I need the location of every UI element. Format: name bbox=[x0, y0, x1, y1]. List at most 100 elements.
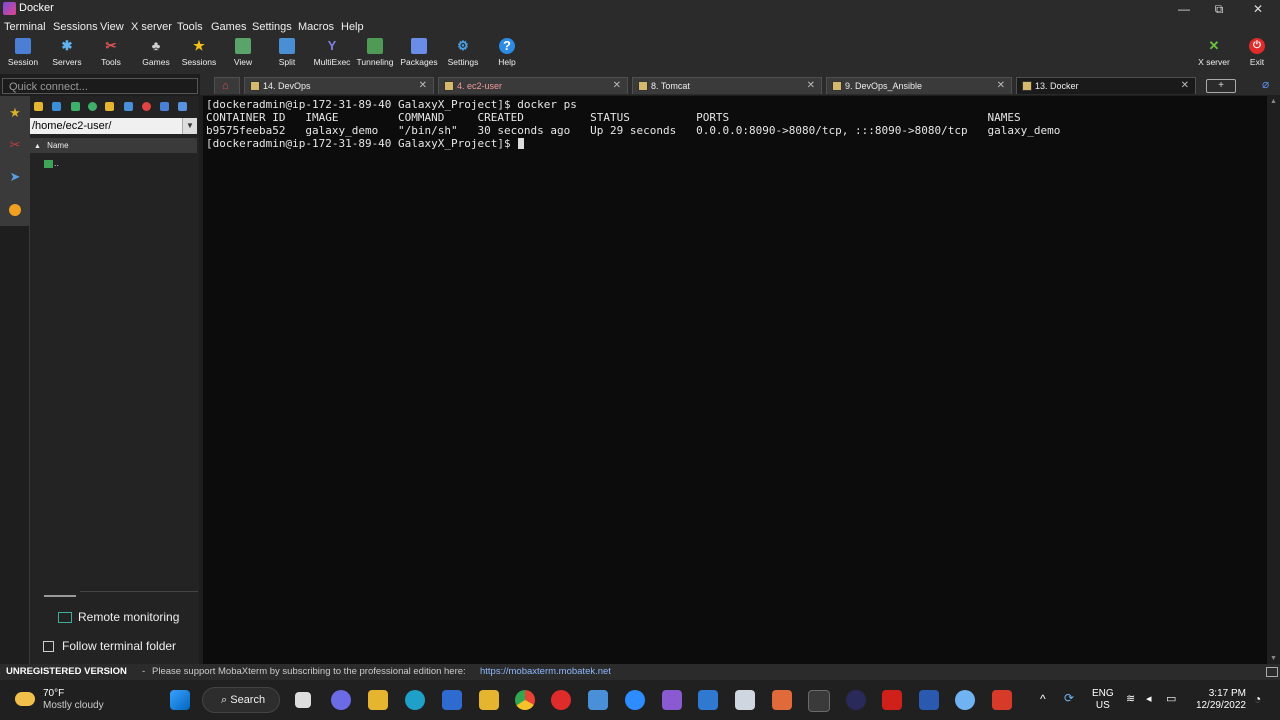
mobaxterm-taskbar-icon[interactable] bbox=[808, 690, 830, 712]
tab-14-devops[interactable]: 14. DevOps ✕ bbox=[244, 77, 434, 94]
split-button[interactable]: Split bbox=[275, 38, 299, 67]
word-icon[interactable] bbox=[919, 690, 939, 710]
session-button[interactable]: Session bbox=[6, 38, 40, 67]
view-button[interactable]: View bbox=[231, 38, 255, 67]
language-indicator[interactable]: ENG US bbox=[1092, 688, 1114, 712]
sftp-column-header[interactable]: ▲ Name bbox=[30, 138, 197, 153]
terminal-line: b9575feeba52 galaxy_demo "/bin/sh" 30 se… bbox=[206, 124, 1061, 137]
tab-4-ec2-user[interactable]: 4. ec2-user ✕ bbox=[438, 77, 628, 94]
tools-button[interactable]: ✂ Tools bbox=[98, 38, 124, 67]
packages-button[interactable]: Packages bbox=[400, 38, 438, 67]
store-icon[interactable] bbox=[442, 690, 462, 710]
opera-icon[interactable] bbox=[551, 690, 571, 710]
app-icon[interactable] bbox=[479, 690, 499, 710]
sftp-icon[interactable] bbox=[6, 200, 24, 218]
scroll-up-icon[interactable]: ▲ bbox=[1270, 98, 1277, 105]
git-icon[interactable] bbox=[772, 690, 792, 710]
menu-help[interactable]: Help bbox=[341, 21, 364, 33]
visual-studio-icon[interactable] bbox=[662, 690, 682, 710]
tab-13-docker[interactable]: 13. Docker ✕ bbox=[1016, 77, 1196, 94]
sync-icon[interactable]: ⟳ bbox=[1064, 691, 1074, 705]
home-tab[interactable]: ⌂ bbox=[214, 77, 240, 94]
delete-icon[interactable] bbox=[142, 102, 151, 111]
close-button[interactable]: ✕ bbox=[1240, 0, 1276, 18]
x-server-button[interactable]: ✕ X server bbox=[1196, 38, 1232, 67]
remote-desktop-icon[interactable] bbox=[588, 690, 608, 710]
sftp-path-field[interactable]: /home/ec2-user/ ▼ bbox=[30, 118, 197, 134]
menu-games[interactable]: Games bbox=[211, 21, 246, 33]
acrobat-icon[interactable] bbox=[882, 690, 902, 710]
folder-up-icon[interactable] bbox=[34, 102, 43, 111]
zoom-icon[interactable] bbox=[625, 690, 645, 710]
minimize-button[interactable]: — bbox=[1166, 0, 1202, 18]
remote-monitoring-button[interactable]: Remote monitoring bbox=[58, 610, 179, 624]
eclipse-icon[interactable] bbox=[846, 690, 866, 710]
chat-icon[interactable] bbox=[331, 690, 351, 710]
sessions-button[interactable]: ★ Sessions bbox=[181, 38, 217, 67]
wifi-icon[interactable]: ≋ bbox=[1126, 692, 1135, 705]
servers-button[interactable]: ✱ Servers bbox=[49, 38, 85, 67]
exit-button[interactable]: ⏻ Exit bbox=[1246, 38, 1268, 67]
chevron-down-icon[interactable]: ▼ bbox=[182, 118, 197, 134]
menu-settings[interactable]: Settings bbox=[252, 21, 292, 33]
task-view-icon[interactable] bbox=[295, 692, 311, 708]
multiexec-button[interactable]: Y MultiExec bbox=[313, 38, 351, 67]
scroll-down-icon[interactable]: ▼ bbox=[1270, 655, 1277, 662]
menu-terminal[interactable]: Terminal bbox=[4, 21, 46, 33]
terminal-area[interactable]: [dockeradmin@ip-172-31-89-40 GalaxyX_Pro… bbox=[203, 96, 1267, 664]
rename-icon[interactable] bbox=[160, 102, 169, 111]
panel-resize-handle[interactable] bbox=[44, 595, 76, 597]
status-toggle-icon[interactable] bbox=[1266, 667, 1278, 677]
maximize-button[interactable]: ⧉ bbox=[1201, 0, 1237, 18]
volume-icon[interactable]: ◂ bbox=[1146, 692, 1152, 705]
menu-sessions[interactable]: Sessions bbox=[53, 21, 98, 33]
quick-connect-input[interactable]: Quick connect... bbox=[2, 78, 198, 94]
menu-macros[interactable]: Macros bbox=[298, 21, 334, 33]
games-button[interactable]: ♣ Games bbox=[141, 38, 171, 67]
tunneling-button[interactable]: Tunneling bbox=[355, 38, 395, 67]
virtualbox-icon[interactable] bbox=[735, 690, 755, 710]
new-folder-icon[interactable] bbox=[105, 102, 114, 111]
tab-close-icon[interactable]: ✕ bbox=[613, 80, 621, 91]
settings-button[interactable]: ⚙ Settings bbox=[446, 38, 480, 67]
new-tab-button[interactable]: + bbox=[1206, 79, 1236, 93]
tab-close-icon[interactable]: ✕ bbox=[997, 80, 1005, 91]
star-icon[interactable]: ★ bbox=[6, 104, 24, 122]
tab-close-icon[interactable]: ✕ bbox=[807, 80, 815, 91]
tab-9-devops-ansible[interactable]: 9. DevOps_Ansible ✕ bbox=[826, 77, 1012, 94]
edge-icon[interactable] bbox=[405, 690, 425, 710]
download-icon[interactable] bbox=[52, 102, 61, 111]
windows-start-icon[interactable] bbox=[170, 690, 190, 710]
chevron-up-icon[interactable]: ^ bbox=[1040, 692, 1046, 706]
chrome-icon[interactable] bbox=[515, 690, 535, 710]
paperclip-icon[interactable]: ⌀ bbox=[1262, 77, 1269, 91]
parent-folder-icon bbox=[44, 159, 53, 168]
new-file-icon[interactable] bbox=[124, 102, 133, 111]
menu-view[interactable]: View bbox=[100, 21, 124, 33]
tab-close-icon[interactable]: ✕ bbox=[1181, 80, 1189, 91]
mobaxterm-link[interactable]: https://mobaxterm.mobatek.net bbox=[480, 664, 611, 680]
terminal-line: CONTAINER ID IMAGE COMMAND CREATED STATU… bbox=[206, 111, 1021, 124]
file-explorer-icon[interactable] bbox=[368, 690, 388, 710]
windows-taskbar: 70°F Mostly cloudy ⌕ Search ^ ⟳ ENG US ≋… bbox=[0, 680, 1280, 720]
taskbar-search[interactable]: ⌕ Search bbox=[202, 687, 280, 713]
notepad-icon[interactable] bbox=[698, 690, 718, 710]
help-button[interactable]: ? Help bbox=[495, 38, 519, 67]
properties-icon[interactable] bbox=[178, 102, 187, 111]
notifications-icon[interactable]: ◔ bbox=[1254, 692, 1261, 706]
terminal-scrollbar[interactable]: ▲ ▼ bbox=[1267, 96, 1280, 664]
refresh-icon[interactable] bbox=[88, 102, 97, 111]
list-item[interactable]: .. bbox=[44, 158, 59, 168]
follow-terminal-checkbox[interactable]: Follow terminal folder bbox=[43, 639, 176, 653]
tab-8-tomcat[interactable]: 8. Tomcat ✕ bbox=[632, 77, 822, 94]
battery-icon[interactable]: ▭ bbox=[1166, 692, 1176, 705]
toolbox-icon[interactable] bbox=[992, 690, 1012, 710]
menu-x-server[interactable]: X server bbox=[131, 21, 172, 33]
send-icon[interactable]: ➤ bbox=[6, 168, 24, 186]
globe-icon[interactable] bbox=[955, 690, 975, 710]
clock[interactable]: 3:17 PM 12/29/2022 bbox=[1192, 688, 1246, 712]
tab-close-icon[interactable]: ✕ bbox=[419, 80, 427, 91]
menu-tools[interactable]: Tools bbox=[177, 21, 203, 33]
tools-icon[interactable]: ✂ bbox=[6, 136, 24, 154]
upload-icon[interactable] bbox=[71, 102, 80, 111]
